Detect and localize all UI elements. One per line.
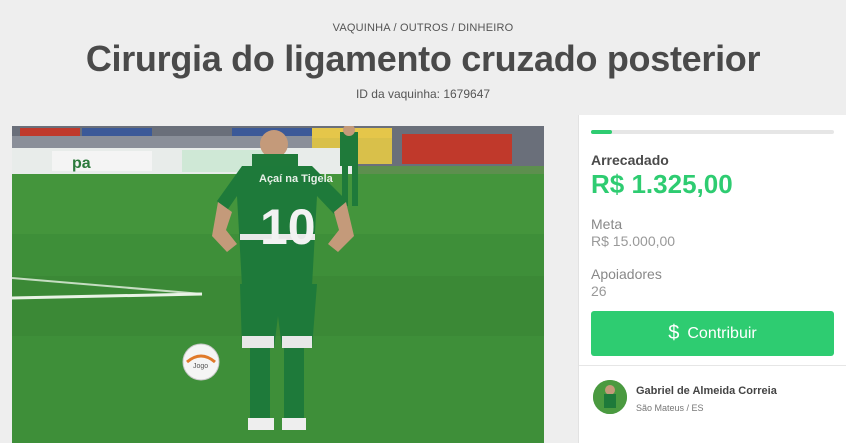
progress-fill <box>591 130 613 134</box>
raised-value: R$ 1.325,00 <box>591 169 733 199</box>
ball-brand: Jogo <box>193 363 208 370</box>
campaign-id: ID da vaquinha: 1679647 <box>355 87 491 101</box>
progress-bar <box>591 130 834 134</box>
divider <box>579 365 846 366</box>
avatar[interactable] <box>593 380 627 414</box>
contribute-label: Contribuir <box>687 324 757 342</box>
supporters-value: 26 <box>591 283 607 299</box>
goal-value: R$ 15.000,00 <box>591 233 676 249</box>
dollar-icon: $ <box>668 322 680 344</box>
owner-location: São Mateus / ES <box>636 403 704 413</box>
goal-label: Meta <box>591 216 623 232</box>
jersey-number: 10 <box>260 199 316 255</box>
supporters-label: Apoiadores <box>591 266 662 282</box>
soccer-player-image: pa Açaí na Tigela 10 Jogo <box>12 126 544 443</box>
jersey-text: Açaí na Tigela <box>259 173 334 185</box>
raised-label: Arrecadado <box>591 152 669 168</box>
owner-name[interactable]: Gabriel de Almeida Correia <box>636 385 777 397</box>
breadcrumb[interactable]: VAQUINHA / OUTROS / DINHEIRO <box>0 22 846 34</box>
donation-card: Arrecadado R$ 1.325,00 Meta R$ 15.000,00… <box>578 115 846 443</box>
page-title: Cirurgia do ligamento cruzado posterior <box>85 38 761 79</box>
contribute-button[interactable]: $ Contribuir <box>591 311 834 356</box>
ad-board-text: pa <box>72 155 91 172</box>
campaign-photo: pa Açaí na Tigela 10 Jogo <box>12 126 544 443</box>
